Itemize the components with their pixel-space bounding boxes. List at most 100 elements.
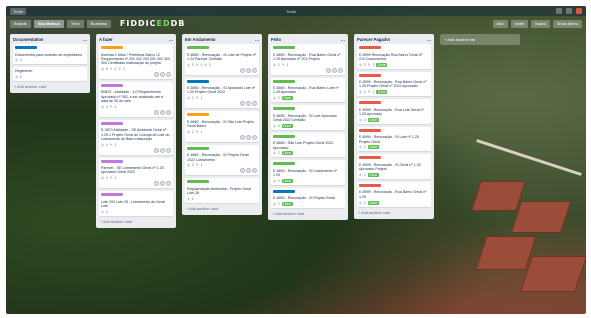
board-name-button[interactable]: São Mateus	[33, 19, 64, 28]
card[interactable]: E-6650 - Renovação - SI Projeto Geral ◎ 2 D…	[271, 187, 345, 209]
card[interactable]: E-8999 - Renovação - SI Lote nº 1.25 Pro…	[357, 126, 431, 152]
show-menu-button[interactable]: Show Menu	[552, 19, 582, 28]
avatar[interactable]	[332, 67, 337, 73]
avatar[interactable]	[252, 101, 257, 107]
add-card-button[interactable]: + Add another card	[271, 211, 345, 217]
card[interactable]: Regularização Ambiental - Projeto Geral …	[185, 178, 259, 203]
boards-button[interactable]: Boards	[10, 19, 31, 28]
list-title[interactable]: Feito	[271, 37, 281, 44]
due-date-badge[interactable]: Done	[367, 200, 379, 205]
avatar[interactable]	[246, 101, 251, 107]
card-label[interactable]	[273, 134, 295, 138]
due-date-badge[interactable]: Done	[376, 90, 388, 95]
avatar[interactable]	[252, 67, 257, 73]
close-icon[interactable]	[576, 8, 582, 14]
card-label[interactable]	[359, 46, 381, 49]
list-menu-icon[interactable]: …	[341, 37, 345, 44]
list-title[interactable]: Em Andamento	[185, 37, 216, 44]
add-card-button[interactable]: + Add another card	[185, 206, 259, 212]
due-date-badge[interactable]: Done	[367, 172, 379, 177]
card-label[interactable]	[273, 79, 295, 83]
card[interactable]: E-6650 - Renovação - SI Lote Aprovado Ge…	[271, 105, 345, 130]
list-title[interactable]: Parecer Pagador	[357, 37, 390, 44]
board-button[interactable]: Board	[531, 19, 550, 28]
card[interactable]: Lote 200 Lote 25 - Loteamento de Geral L…	[99, 191, 173, 216]
due-date-badge[interactable]: Done	[281, 151, 293, 156]
add-card-button[interactable]: + Add another card	[99, 219, 173, 225]
avatar[interactable]	[326, 67, 331, 73]
add-card-button[interactable]: + Add another card	[357, 210, 431, 216]
card[interactable]: E-6650 - Renovação - Rua Bairro Lote nº …	[271, 77, 345, 103]
card-label[interactable]	[187, 79, 209, 83]
card[interactable]: Avenida 1 Maio / Prefeitura Bairro 12 Re…	[99, 44, 173, 79]
avatar[interactable]	[154, 181, 159, 187]
card-label[interactable]	[101, 83, 123, 87]
avatar[interactable]	[240, 134, 245, 140]
card-label[interactable]	[101, 193, 123, 197]
card[interactable]: E-8999 - Renovação - Rua Bairro Geral nº…	[357, 181, 431, 207]
card-label[interactable]	[359, 156, 381, 160]
card-label[interactable]	[101, 121, 123, 125]
card-label[interactable]	[273, 46, 295, 49]
card-label[interactable]	[187, 46, 209, 49]
app-menu-button[interactable]: Trello	[10, 7, 26, 15]
card-label[interactable]	[101, 159, 123, 163]
card[interactable]: Parecer - SE Loteamento Geral nº 1.25 Ap…	[99, 157, 173, 189]
list[interactable]: A fazer … Avenida 1 Maio / Prefeitura Bair…	[96, 34, 176, 228]
card[interactable]: E-8999 - Renovação - Rua Lote Geral nº 1…	[357, 99, 431, 124]
avatar[interactable]	[252, 168, 257, 174]
card-label[interactable]	[101, 46, 123, 49]
card[interactable]: EMDS - Atividade - 1.0 Requerimento Apro…	[99, 81, 173, 117]
card-label[interactable]	[187, 146, 209, 150]
team-button[interactable]: Time	[66, 19, 84, 28]
card-label[interactable]	[359, 128, 381, 132]
card[interactable]: E-6650 - Renovação - Rua Bairro Geral nº…	[271, 44, 345, 75]
card[interactable]: E-6650 - Renovação - SI Loteamento nº 1.…	[271, 160, 345, 185]
due-date-badge[interactable]: Done	[281, 178, 293, 183]
card[interactable]: E-6650 - Renovação - SI Lote de Projeto …	[185, 44, 259, 75]
card-label[interactable]	[187, 113, 209, 117]
due-date-badge[interactable]: Done	[367, 145, 379, 150]
add-list-button[interactable]: + Add another list	[440, 34, 520, 45]
due-date-badge[interactable]: Done	[281, 202, 293, 207]
add-card-button[interactable]: + Add another card	[13, 84, 87, 90]
card-label[interactable]	[187, 180, 209, 184]
maximize-icon[interactable]	[566, 8, 572, 14]
avatar[interactable]	[166, 181, 171, 187]
list[interactable]: Parecer Pagador … E-8999 Renovação Rua Bai…	[354, 34, 434, 219]
card[interactable]: E-6650 - São Lote Projeto Geral 2022 Apr…	[271, 132, 345, 158]
avatar[interactable]	[154, 147, 159, 153]
due-date-badge[interactable]: Done	[367, 117, 379, 122]
minimize-icon[interactable]	[556, 8, 562, 14]
avatar[interactable]	[154, 71, 159, 77]
avatar[interactable]	[240, 101, 245, 107]
visibility-button[interactable]: Business	[86, 19, 111, 28]
card[interactable]: E-6660 - Renovação - SI Projeto Geral 20…	[185, 144, 259, 176]
card[interactable]: E-8999 Renovação Rua Bairro Geral nº 210…	[357, 44, 431, 69]
card-label[interactable]	[273, 162, 295, 166]
avatar[interactable]	[160, 147, 165, 153]
card-label[interactable]	[273, 189, 295, 193]
card[interactable]: E-8999 - Renovação - SI Geral nº 1.25 Ap…	[357, 154, 431, 179]
list-menu-icon[interactable]: …	[427, 37, 431, 44]
avatar[interactable]	[240, 168, 245, 174]
list-title[interactable]: Documentation	[13, 37, 43, 44]
due-date-badge[interactable]: Done	[281, 123, 293, 128]
avatar[interactable]	[338, 67, 343, 73]
card[interactable]: E-6660 - Renovação - SI São Lote Projeto…	[185, 111, 259, 142]
avatar[interactable]	[160, 109, 165, 115]
card-label[interactable]	[359, 183, 381, 187]
card-label[interactable]	[15, 46, 37, 49]
avatar[interactable]	[240, 67, 245, 73]
avatar[interactable]	[154, 109, 159, 115]
card[interactable]: E-8999 - Renovação - Rua Bairro Geral nº…	[357, 71, 431, 97]
due-date-badge[interactable]: Done	[376, 62, 388, 67]
avatar[interactable]	[160, 71, 165, 77]
card-label[interactable]	[273, 107, 295, 111]
avatar[interactable]	[252, 134, 257, 140]
card[interactable]: Regimento ◎ 2	[13, 67, 87, 82]
list[interactable]: Feito … E-6650 - Renovação - Rua Bairro Ge…	[268, 34, 348, 221]
card-label[interactable]	[359, 73, 381, 77]
add-button[interactable]: Add	[492, 19, 508, 28]
card[interactable]: Documentos para contrato de empréstimo ◎ 2	[13, 44, 87, 65]
